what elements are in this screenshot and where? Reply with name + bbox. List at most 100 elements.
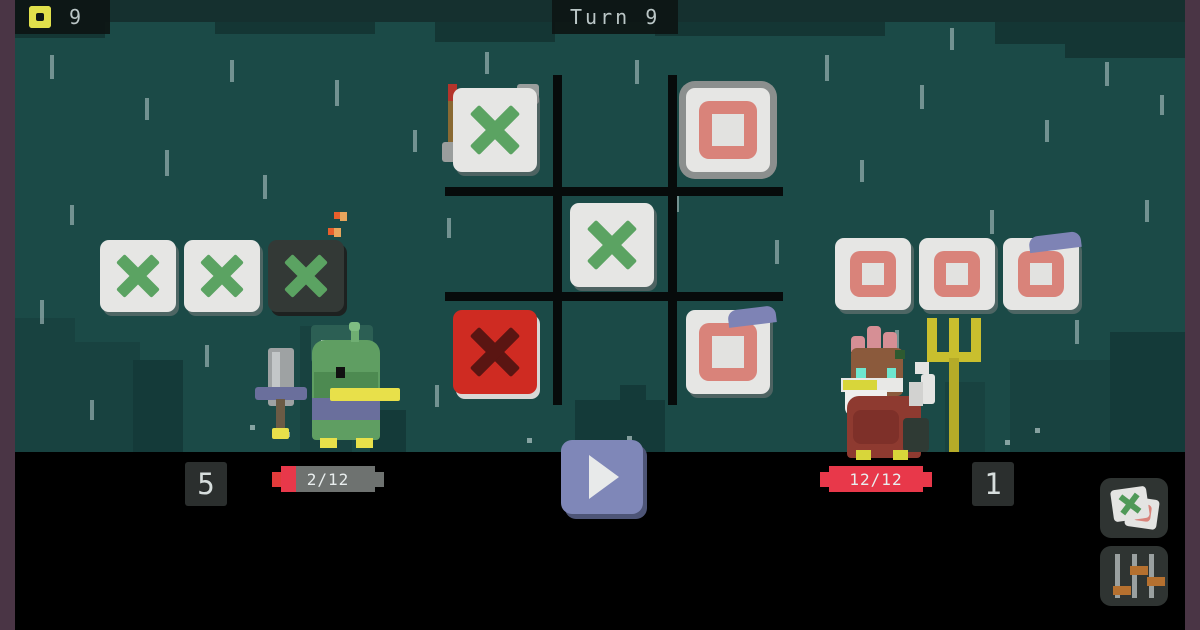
x-mark-icon [453,310,537,394]
player-right-hand[interactable] [835,230,1082,310]
x-mark-icon [453,88,537,172]
rooster-foot [893,450,908,460]
slider-knob [1122,586,1131,595]
coin-count: 9 [69,5,85,29]
rooster-wing [921,374,935,404]
ceiling-rock [215,22,375,34]
rain-drop [40,300,44,324]
board-tile-x-damaged[interactable] [453,310,537,394]
board-cell-middle-right[interactable] [678,195,778,295]
settings-button[interactable] [1100,546,1168,606]
player-right-healthbar: 12/12 [820,465,932,493]
bomb-flame-icon [334,212,340,219]
player-left-count: 5 [185,462,227,506]
board-cell-middle-left[interactable] [445,195,545,295]
hand-tile-o-1[interactable] [835,238,911,310]
rain-splash [527,438,532,443]
hand-tile-o-2[interactable] [919,238,995,310]
board-cell-middle-center[interactable] [562,195,662,295]
x-mark-icon [100,240,176,312]
ceiling-rock [995,22,1185,44]
rain-splash [250,425,255,430]
rain-drop [50,55,54,79]
rooster-wing [915,362,929,374]
slider-track [1149,554,1154,598]
board-tile-x[interactable] [453,88,537,172]
rain-drop [1075,320,1079,344]
hp-fill [281,466,297,492]
goblin-belt [312,398,380,420]
o-mark-icon [699,323,757,381]
coin-icon [29,6,51,28]
bomb-fuse-icon [334,228,341,237]
rooster-foot [856,450,871,460]
board-tile-o-shielded[interactable] [686,305,777,394]
background-rock [70,342,140,452]
rain-drop [990,210,994,234]
playfield: 9 Turn 9 [15,0,1185,630]
player-left-healthbar: 2/12 [272,465,384,493]
ceiling-rock [655,22,885,36]
rooster-beak [843,380,877,390]
rain-drop [145,98,149,120]
hp-cap-left [820,471,829,487]
bomb-flame-icon [328,228,334,235]
rain-drop [413,130,417,152]
board-cell-top-left[interactable] [442,80,545,180]
rooster-tail [903,418,929,452]
slider-knob [1113,586,1122,595]
hand-tile-x-2[interactable] [184,240,260,312]
cards-button[interactable] [1100,478,1168,538]
game-screen: 9 Turn 9 5 2/12 12/12 1 [0,0,1200,630]
rain-splash [1035,428,1040,433]
board-tile-x[interactable] [570,203,654,287]
turn-hud: Turn 9 [552,0,679,34]
background-rock [133,360,183,452]
rain-drop [920,85,924,109]
hand-tile-x-bomb[interactable] [268,212,347,312]
board-cell-bottom-center[interactable] [562,302,662,402]
rooster-body-shade [853,410,899,444]
rain-drop [263,175,267,199]
player-left-hp-text: 2/12 [306,469,350,489]
rooster-mark [895,350,905,359]
board-cell-top-right[interactable] [678,80,778,180]
goblin-eye [336,367,345,378]
goblin-antenna-tip [349,322,360,331]
background-rock [1110,332,1185,452]
player-right-hp-text: 12/12 [849,469,903,489]
goblin-foot [356,438,373,448]
grid-line-vertical [668,75,677,405]
slider-knob [1156,577,1165,586]
rain-drop [950,28,954,50]
bomb-fuse-icon [340,212,347,221]
x-mark-icon [268,240,344,312]
hp-cap-left [272,471,281,487]
tic-tac-toe-board[interactable] [440,70,790,410]
board-cell-bottom-left[interactable] [445,302,545,402]
o-mark-icon [699,101,757,159]
hp-track: 2/12 [281,466,375,492]
x-card-icon [1109,485,1151,523]
player-left-count-value: 5 [197,467,215,501]
board-cell-bottom-right[interactable] [678,302,778,402]
rain-drop [205,345,209,367]
hp-cap-right [375,471,384,487]
rain-drop [1105,62,1109,86]
x-mark-icon [1110,486,1146,516]
slider-knob [1130,566,1139,575]
rain-drop [165,150,169,176]
x-mark-icon [570,203,654,287]
hp-track: 12/12 [829,466,923,492]
board-cell-top-center[interactable] [562,80,662,180]
player-right-count-value: 1 [984,467,1002,501]
goblin-foot [320,438,337,448]
hand-tile-o-shield[interactable] [1003,230,1082,310]
hand-tile-x-1[interactable] [100,240,176,312]
player-right-count: 1 [972,462,1014,506]
player-left-hand[interactable] [100,212,347,312]
rain-drop [1045,120,1049,142]
o-mark-icon [1018,251,1064,297]
board-tile-o-armored[interactable] [686,88,770,172]
play-turn-button[interactable] [561,440,643,514]
